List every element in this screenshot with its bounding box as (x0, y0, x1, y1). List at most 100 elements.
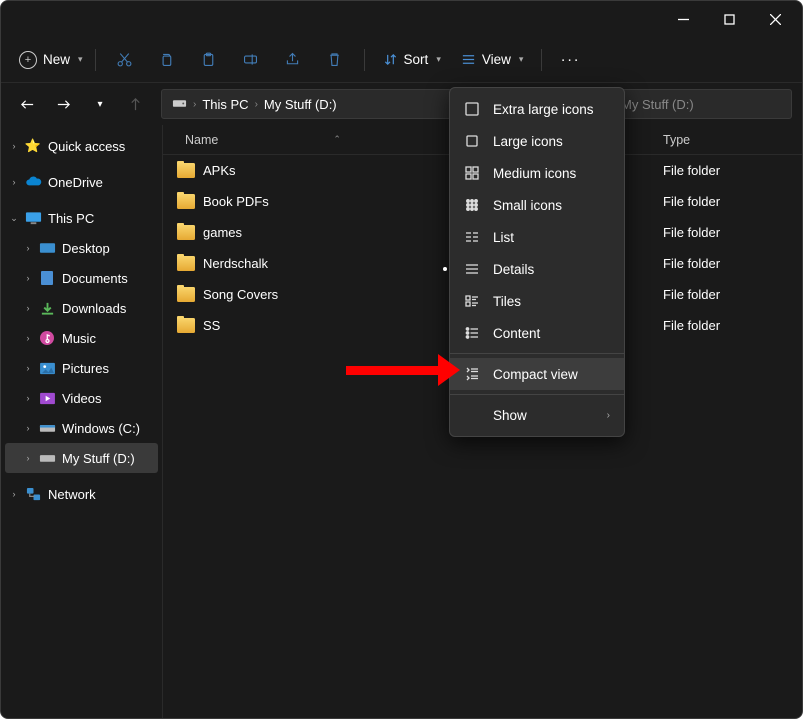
copy-button[interactable] (148, 42, 186, 78)
file-type: File folder (663, 163, 783, 178)
details-icon (464, 261, 480, 277)
expand-icon[interactable]: › (21, 333, 35, 343)
maximize-button[interactable] (706, 1, 752, 37)
folder-icon (177, 163, 195, 178)
drive-icon (38, 449, 56, 467)
close-button[interactable] (752, 1, 798, 37)
menu-item-details[interactable]: Details (450, 253, 624, 285)
chevron-down-icon: ▾ (78, 54, 83, 65)
sidebar-item-documents[interactable]: › Documents (1, 263, 162, 293)
view-label: View (482, 52, 511, 67)
sidebar-label: Quick access (48, 139, 125, 154)
expand-icon[interactable]: › (21, 243, 35, 253)
file-type: File folder (663, 256, 783, 271)
tiles-icon (464, 293, 480, 309)
sidebar-item-pictures[interactable]: › Pictures (1, 353, 162, 383)
file-name: Song Covers (203, 287, 278, 302)
folder-icon (177, 256, 195, 271)
more-button[interactable]: ··· (552, 51, 588, 68)
sidebar-item-videos[interactable]: › Videos (1, 383, 162, 413)
menu-item-compact-view[interactable]: Compact view (450, 358, 624, 390)
small-icons-icon (464, 197, 480, 213)
sidebar-label: Desktop (62, 241, 110, 256)
minimize-button[interactable] (660, 1, 706, 37)
sidebar-item-quick-access[interactable]: › ⭐ Quick access (1, 131, 162, 161)
file-type: File folder (663, 287, 783, 302)
sidebar-label: Documents (62, 271, 128, 286)
expand-icon[interactable]: › (21, 273, 35, 283)
view-button[interactable]: View ▾ (457, 48, 528, 71)
menu-item-tiles[interactable]: Tiles (450, 285, 624, 317)
expand-icon[interactable]: › (21, 393, 35, 403)
sidebar-item-music[interactable]: › Music (1, 323, 162, 353)
sort-icon (383, 52, 398, 67)
expand-icon[interactable]: › (21, 423, 35, 433)
file-type: File folder (663, 194, 783, 209)
breadcrumb-part[interactable]: This PC (202, 97, 248, 112)
sidebar: › ⭐ Quick access › OneDrive ⌄ This PC › … (1, 125, 163, 718)
column-header-name[interactable]: Name ⌃ (163, 133, 438, 147)
menu-item-show[interactable]: Show › (450, 399, 624, 431)
sidebar-item-onedrive[interactable]: › OneDrive (1, 167, 162, 197)
sidebar-item-network[interactable]: › Network (1, 479, 162, 509)
folder-icon (177, 318, 195, 333)
column-header-type[interactable]: Type (663, 133, 783, 147)
expand-icon[interactable]: › (7, 489, 21, 499)
menu-item-large-icons[interactable]: Large icons (450, 125, 624, 157)
star-icon: ⭐ (24, 137, 42, 155)
navbar: ▾ › This PC › My Stuff (D:) My Stuff (D:… (1, 83, 802, 125)
chevron-down-icon: ▾ (519, 54, 524, 65)
sidebar-label: Pictures (62, 361, 109, 376)
forward-button[interactable] (47, 88, 79, 120)
file-explorer-window: + New ▾ Sort ▾ View ▾ ··· ▾ › (0, 0, 803, 719)
rename-button[interactable] (232, 42, 270, 78)
menu-item-medium-icons[interactable]: Medium icons (450, 157, 624, 189)
share-button[interactable] (274, 42, 312, 78)
monitor-icon (24, 209, 42, 227)
breadcrumb-part[interactable]: My Stuff (D:) (264, 97, 337, 112)
titlebar (1, 1, 802, 37)
expand-icon[interactable]: › (7, 141, 21, 151)
plus-circle-icon: + (19, 51, 37, 69)
folder-icon (177, 225, 195, 240)
sidebar-label: Downloads (62, 301, 126, 316)
body: › ⭐ Quick access › OneDrive ⌄ This PC › … (1, 125, 802, 718)
expand-icon[interactable]: › (7, 177, 21, 187)
search-input[interactable]: My Stuff (D:) (612, 89, 792, 119)
sidebar-label: Videos (62, 391, 102, 406)
cloud-icon (24, 173, 42, 191)
recent-button[interactable]: ▾ (83, 88, 115, 120)
delete-button[interactable] (316, 42, 354, 78)
sidebar-label: This PC (48, 211, 94, 226)
large-icons-icon (464, 133, 480, 149)
toolbar: + New ▾ Sort ▾ View ▾ ··· (1, 37, 802, 83)
sidebar-item-windows-c[interactable]: › Windows (C:) (1, 413, 162, 443)
menu-separator (450, 394, 624, 395)
up-button[interactable] (119, 88, 151, 120)
file-name: SS (203, 318, 220, 333)
menu-item-extra-large-icons[interactable]: Extra large icons (450, 93, 624, 125)
menu-item-content[interactable]: Content (450, 317, 624, 349)
compact-view-icon (464, 366, 480, 382)
sort-button[interactable]: Sort ▾ (379, 48, 445, 71)
cut-button[interactable] (106, 42, 144, 78)
sidebar-item-desktop[interactable]: › Desktop (1, 233, 162, 263)
menu-separator (450, 353, 624, 354)
back-button[interactable] (11, 88, 43, 120)
menu-item-list[interactable]: List (450, 221, 624, 253)
sidebar-item-mystuff-d[interactable]: › My Stuff (D:) (5, 443, 158, 473)
expand-icon[interactable]: › (21, 453, 35, 463)
sidebar-item-downloads[interactable]: › Downloads (1, 293, 162, 323)
file-name: games (203, 225, 242, 240)
sidebar-label: Music (62, 331, 96, 346)
paste-button[interactable] (190, 42, 228, 78)
file-type: File folder (663, 318, 783, 333)
music-icon (38, 329, 56, 347)
expand-icon[interactable]: › (21, 363, 35, 373)
sidebar-item-this-pc[interactable]: ⌄ This PC (1, 203, 162, 233)
new-button[interactable]: + New ▾ (17, 47, 85, 73)
collapse-icon[interactable]: ⌄ (7, 213, 21, 224)
menu-item-small-icons[interactable]: Small icons (450, 189, 624, 221)
file-name: APKs (203, 163, 236, 178)
expand-icon[interactable]: › (21, 303, 35, 313)
